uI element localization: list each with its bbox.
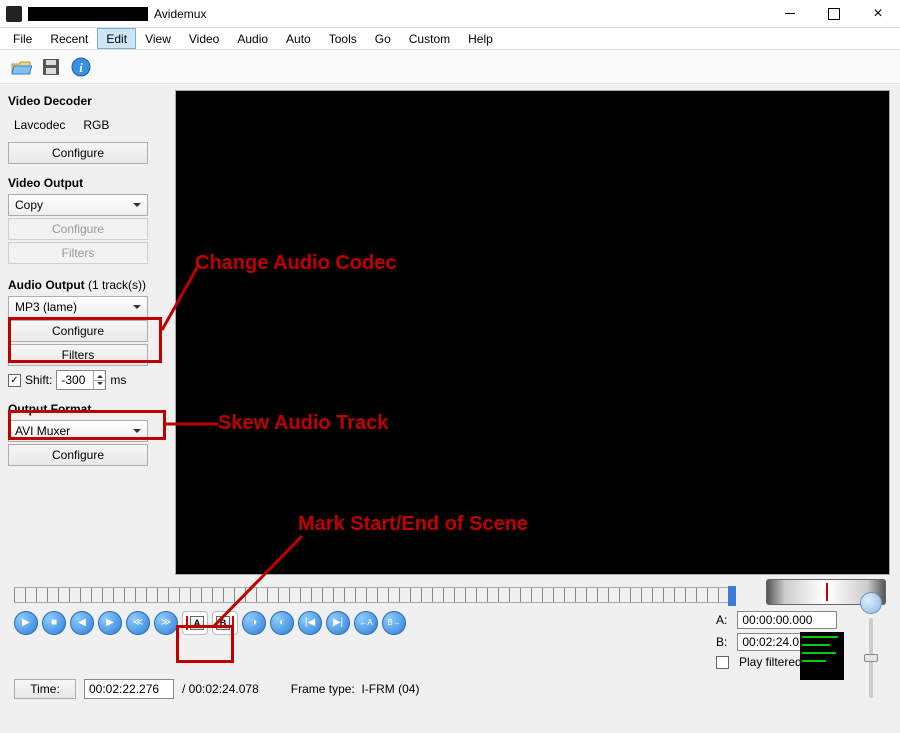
menubar: File Recent Edit View Video Audio Auto T…	[0, 28, 900, 50]
time-current-input[interactable]: 00:02:22.276	[84, 679, 174, 699]
menu-file[interactable]: File	[4, 28, 41, 49]
mark-b-button[interactable]: B	[212, 611, 238, 635]
speaker-icon[interactable]	[860, 592, 882, 614]
close-button[interactable]: ×	[856, 0, 900, 28]
video-decoder-heading: Video Decoder	[8, 94, 167, 108]
next-frame-button[interactable]: ▶	[98, 611, 122, 635]
toolbar: i	[0, 50, 900, 84]
sidebar: Video Decoder Lavcodec RGB Configure Vid…	[0, 84, 175, 581]
output-format-value: AVI Muxer	[15, 424, 70, 438]
time-total: / 00:02:24.078	[182, 682, 259, 696]
control-row: ▶ ■ ◀ ▶ ≪ ≫ A B ◑ ◐ |◀ ▶| ←A B→ A: 00:00:…	[0, 605, 900, 669]
menu-go[interactable]: Go	[366, 28, 400, 49]
menu-audio[interactable]: Audio	[228, 28, 277, 49]
goto-b-button[interactable]: B→	[382, 611, 406, 635]
menu-tools[interactable]: Tools	[320, 28, 366, 49]
audio-output-heading: Audio Output (1 track(s))	[8, 278, 167, 292]
audio-shift-checkbox[interactable]: ✓	[8, 374, 21, 387]
redacted-filename	[28, 7, 148, 21]
video-output-heading: Video Output	[8, 176, 167, 190]
video-output-filters-button[interactable]: Filters	[8, 242, 148, 264]
time-label-button[interactable]: Time:	[14, 679, 76, 699]
audio-level-meter	[800, 632, 844, 680]
mark-a-icon: A	[186, 616, 204, 630]
marker-a-value: 00:00:00.000	[737, 611, 837, 629]
save-button[interactable]	[38, 54, 64, 80]
prev-black-frame-button[interactable]: ◑	[242, 611, 266, 635]
menu-edit[interactable]: Edit	[97, 28, 136, 49]
annotation-label-codec: Change Audio Codec	[195, 252, 396, 275]
video-decoder-values: Lavcodec RGB	[8, 112, 167, 140]
annotation-label-skew: Skew Audio Track	[218, 412, 388, 435]
frame-type: Frame type: I-FRM (04)	[291, 682, 420, 696]
audio-shift-row: ✓ Shift: -300 ms	[8, 370, 167, 390]
audio-shift-input[interactable]: -300	[56, 370, 106, 390]
audio-shift-spinner[interactable]	[93, 371, 105, 389]
stop-button[interactable]: ■	[42, 611, 66, 635]
volume-area	[860, 592, 882, 698]
minimize-button[interactable]	[768, 0, 812, 28]
next-black-frame-button[interactable]: ◐	[270, 611, 294, 635]
goto-a-button[interactable]: ←A	[354, 611, 378, 635]
next-keyframe-button[interactable]: ≫	[154, 611, 178, 635]
app-icon	[6, 6, 22, 22]
audio-shift-label: Shift:	[25, 373, 52, 387]
menu-video[interactable]: Video	[180, 28, 228, 49]
audio-output-heading-text: Audio Output	[8, 278, 85, 292]
menu-auto[interactable]: Auto	[277, 28, 320, 49]
volume-slider[interactable]	[869, 618, 873, 698]
floppy-disk-icon	[41, 57, 61, 77]
audio-output-codec-value: MP3 (lame)	[15, 300, 77, 314]
play-button[interactable]: ▶	[14, 611, 38, 635]
marker-a-label: A:	[716, 613, 727, 627]
app-title: Avidemux	[154, 7, 206, 21]
audio-output-configure-button[interactable]: Configure	[8, 320, 148, 342]
video-preview	[175, 90, 890, 575]
maximize-button[interactable]	[812, 0, 856, 28]
prev-frame-button[interactable]: ◀	[70, 611, 94, 635]
info-button[interactable]: i	[68, 54, 94, 80]
open-button[interactable]	[8, 54, 34, 80]
info-icon: i	[70, 56, 92, 78]
volume-thumb[interactable]	[864, 654, 878, 662]
menu-recent[interactable]: Recent	[41, 28, 97, 49]
audio-output-tracks: (1 track(s))	[88, 278, 146, 292]
video-output-configure-button[interactable]: Configure	[8, 218, 148, 240]
timeline-row	[0, 581, 900, 605]
mark-a-button[interactable]: A	[182, 611, 208, 635]
marker-b-label: B:	[716, 635, 727, 649]
playback-buttons: ▶ ■ ◀ ▶ ≪ ≫ A B ◑ ◐ |◀ ▶| ←A B→	[14, 611, 406, 635]
play-filtered-label: Play filtered	[739, 655, 802, 669]
menu-view[interactable]: View	[136, 28, 180, 49]
play-filtered-checkbox[interactable]	[716, 656, 729, 669]
audio-shift-value: -300	[61, 373, 85, 387]
content: Video Decoder Lavcodec RGB Configure Vid…	[0, 84, 900, 581]
output-format-heading: Output Format	[8, 402, 167, 416]
audio-shift-unit: ms	[110, 373, 126, 387]
timeline-slider[interactable]	[14, 587, 736, 603]
menu-help[interactable]: Help	[459, 28, 502, 49]
menu-custom[interactable]: Custom	[400, 28, 459, 49]
video-decoder-colorspace: RGB	[83, 118, 109, 132]
video-output-codec-select[interactable]: Copy	[8, 194, 148, 216]
video-output-codec-value: Copy	[15, 198, 43, 212]
audio-output-codec-select[interactable]: MP3 (lame)	[8, 296, 148, 318]
titlebar: Avidemux ×	[0, 0, 900, 28]
svg-text:i: i	[79, 60, 83, 75]
video-decoder-configure-button[interactable]: Configure	[8, 142, 148, 164]
first-frame-button[interactable]: |◀	[298, 611, 322, 635]
audio-output-filters-button[interactable]: Filters	[8, 344, 148, 366]
annotation-label-mark: Mark Start/End of Scene	[298, 513, 528, 536]
output-format-configure-button[interactable]: Configure	[8, 444, 148, 466]
timeline-handle[interactable]	[728, 586, 736, 606]
output-format-select[interactable]: AVI Muxer	[8, 420, 148, 442]
last-frame-button[interactable]: ▶|	[326, 611, 350, 635]
mark-b-icon: B	[216, 616, 234, 630]
prev-keyframe-button[interactable]: ≪	[126, 611, 150, 635]
window-controls: ×	[768, 0, 900, 28]
time-row: Time: 00:02:22.276 / 00:02:24.078 Frame …	[0, 669, 900, 709]
video-decoder-name: Lavcodec	[14, 118, 65, 132]
folder-open-icon	[10, 58, 32, 76]
